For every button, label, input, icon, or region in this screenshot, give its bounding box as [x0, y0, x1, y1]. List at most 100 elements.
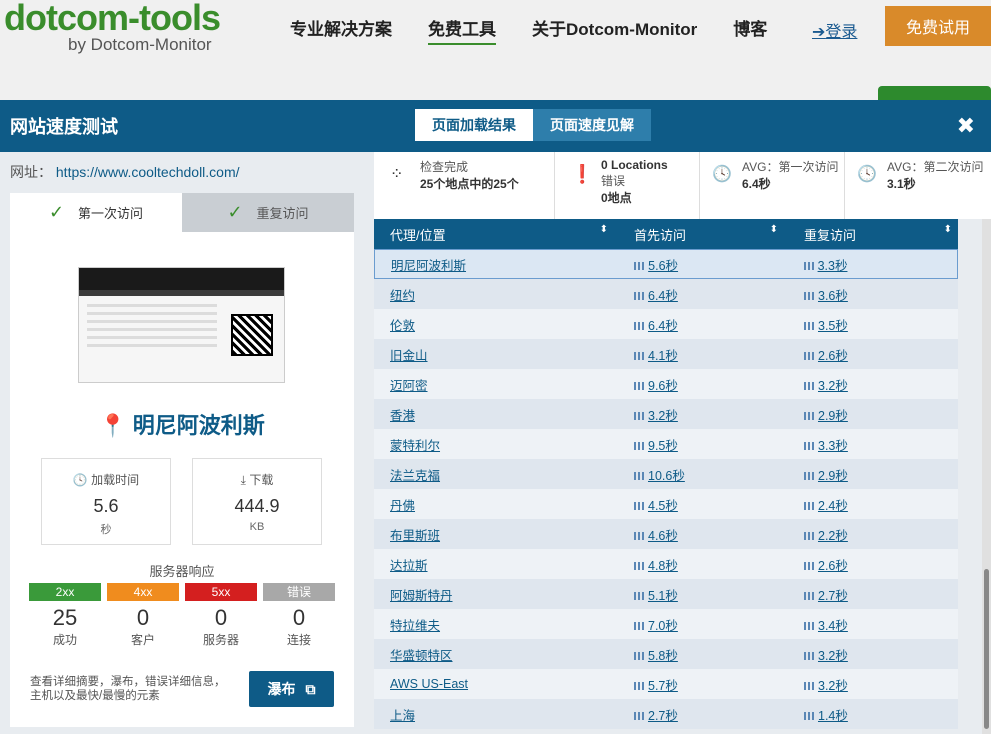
first-visit-link[interactable]: 5.1秒: [648, 589, 678, 603]
repeat-visit-link[interactable]: 2.9秒: [818, 469, 848, 483]
header-repeat-visit[interactable]: 重复访问 ⬍: [788, 224, 958, 244]
first-visit-link[interactable]: 4.8秒: [648, 559, 678, 573]
table-row[interactable]: 旧金山 4.1秒 2.6秒: [374, 339, 958, 369]
first-visit-link[interactable]: 5.6秒: [648, 259, 678, 273]
location-link[interactable]: 香港: [390, 409, 415, 423]
table-row[interactable]: 纽约 6.4秒 3.6秒: [374, 279, 958, 309]
tab-page-speed-insights[interactable]: 页面速度见解: [533, 109, 651, 141]
nav-solutions[interactable]: 专业解决方案: [290, 15, 392, 45]
first-visit-link[interactable]: 5.7秒: [648, 679, 678, 693]
location-link[interactable]: 阿姆斯特丹: [390, 589, 453, 603]
url-link[interactable]: https://www.cooltechdoll.com/: [56, 164, 240, 180]
location-link[interactable]: AWS US-East: [390, 677, 468, 691]
bar-chart-icon: [634, 292, 644, 301]
waterfall-button[interactable]: 瀑布 ⧉: [249, 671, 334, 707]
location-link[interactable]: 纽约: [390, 289, 415, 303]
header-first-visit-label: 首先访问: [634, 227, 687, 243]
tab-repeat-visit-label: 重复访问: [256, 206, 309, 221]
location-link[interactable]: 特拉维夫: [390, 619, 440, 633]
table-row[interactable]: 布里斯班 4.6秒 2.2秒: [374, 519, 958, 549]
location-link[interactable]: 华盛顿特区: [390, 649, 453, 663]
location-link[interactable]: 迈阿密: [390, 379, 428, 393]
repeat-visit-link[interactable]: 3.3秒: [818, 439, 848, 453]
repeat-visit-link[interactable]: 2.4秒: [818, 499, 848, 513]
table-row[interactable]: 达拉斯 4.8秒 2.6秒: [374, 549, 958, 579]
results-scrollbar[interactable]: [982, 219, 991, 734]
repeat-visit-link[interactable]: 3.2秒: [818, 649, 848, 663]
response-2xx-code: 2xx: [29, 583, 101, 601]
location-link[interactable]: 达拉斯: [390, 559, 428, 573]
header-first-visit[interactable]: 首先访问 ⬍: [618, 224, 788, 244]
nav-free-tools[interactable]: 免费工具: [428, 15, 496, 45]
repeat-visit-link[interactable]: 2.6秒: [818, 559, 848, 573]
result-tabs: 页面加载结果 页面速度见解: [415, 109, 651, 141]
first-visit-link[interactable]: 3.2秒: [648, 409, 678, 423]
first-visit-link[interactable]: 6.4秒: [648, 289, 678, 303]
location-link[interactable]: 布里斯班: [390, 529, 440, 543]
table-row[interactable]: 法兰克福 10.6秒 2.9秒: [374, 459, 958, 489]
first-visit-link[interactable]: 4.1秒: [648, 349, 678, 363]
header-location[interactable]: 代理/位置 ⬍: [374, 223, 618, 244]
repeat-visit-link[interactable]: 3.5秒: [818, 319, 848, 333]
bar-chart-icon: [634, 442, 644, 451]
site-logo[interactable]: dotcom-tools by Dotcom-Monitor: [4, 0, 221, 54]
first-visit-link[interactable]: 2.7秒: [648, 709, 678, 723]
repeat-visit-link[interactable]: 1.4秒: [818, 709, 848, 723]
table-row[interactable]: 阿姆斯特丹 5.1秒 2.7秒: [374, 579, 958, 609]
location-link[interactable]: 法兰克福: [390, 469, 440, 483]
location-link[interactable]: 旧金山: [390, 349, 428, 363]
first-visit-link[interactable]: 7.0秒: [648, 619, 678, 633]
repeat-visit-link[interactable]: 3.3秒: [818, 259, 848, 273]
close-icon[interactable]: ✖: [957, 113, 975, 139]
repeat-visit-link[interactable]: 2.9秒: [818, 409, 848, 423]
bar-chart-icon: [634, 682, 644, 691]
table-row[interactable]: AWS US-East 5.7秒 3.2秒: [374, 669, 958, 699]
table-row[interactable]: 蒙特利尔 9.5秒 3.3秒: [374, 429, 958, 459]
location-link[interactable]: 明尼阿波利斯: [391, 259, 466, 273]
table-row[interactable]: 明尼阿波利斯 5.6秒 3.3秒: [374, 249, 958, 279]
first-visit-link[interactable]: 4.6秒: [648, 529, 678, 543]
sort-icon: ⬍: [599, 223, 608, 235]
first-visit-link[interactable]: 6.4秒: [648, 319, 678, 333]
table-row[interactable]: 丹佛 4.5秒 2.4秒: [374, 489, 958, 519]
page-screenshot-thumbnail[interactable]: [78, 267, 285, 383]
repeat-visit-link[interactable]: 2.2秒: [818, 529, 848, 543]
table-row[interactable]: 伦敦 6.4秒 3.5秒: [374, 309, 958, 339]
location-link[interactable]: 上海: [390, 709, 415, 723]
scrollbar-thumb[interactable]: [984, 569, 989, 729]
avg-repeat-label: AVG：第二次访问: [887, 160, 984, 174]
table-row[interactable]: 华盛顿特区 5.8秒 3.2秒: [374, 639, 958, 669]
check-icon: ✓: [227, 202, 243, 222]
first-visit-link[interactable]: 9.5秒: [648, 439, 678, 453]
load-time-unit: 秒: [100, 524, 112, 536]
first-visit-link[interactable]: 5.8秒: [648, 649, 678, 663]
first-visit-link[interactable]: 9.6秒: [648, 379, 678, 393]
summary-avg-repeat: 🕓 AVG：第二次访问 3.1秒: [844, 152, 991, 219]
nav-about[interactable]: 关于Dotcom-Monitor: [532, 15, 697, 45]
repeat-visit-link[interactable]: 3.2秒: [818, 379, 848, 393]
table-row[interactable]: 迈阿密 9.6秒 3.2秒: [374, 369, 958, 399]
row-location-cell: 旧金山: [374, 345, 618, 364]
repeat-visit-link[interactable]: 2.6秒: [818, 349, 848, 363]
modal-header: 网站速度测试 页面加载结果 页面速度见解 ✖: [0, 100, 991, 152]
repeat-visit-link[interactable]: 3.6秒: [818, 289, 848, 303]
location-link[interactable]: 丹佛: [390, 499, 415, 513]
first-visit-link[interactable]: 10.6秒: [648, 469, 685, 483]
table-row[interactable]: 特拉维夫 7.0秒 3.4秒: [374, 609, 958, 639]
free-trial-button[interactable]: 免费试用: [885, 6, 991, 46]
repeat-visit-link[interactable]: 2.7秒: [818, 589, 848, 603]
location-link[interactable]: 蒙特利尔: [390, 439, 440, 453]
first-visit-link[interactable]: 4.5秒: [648, 499, 678, 513]
row-location-cell: 法兰克福: [374, 465, 618, 484]
table-row[interactable]: 上海 2.7秒 1.4秒: [374, 699, 958, 729]
row-location-cell: 伦敦: [374, 315, 618, 334]
table-row[interactable]: 香港 3.2秒 2.9秒: [374, 399, 958, 429]
tab-repeat-visit[interactable]: ✓ 重复访问: [182, 193, 354, 232]
repeat-visit-link[interactable]: 3.2秒: [818, 679, 848, 693]
tab-page-load-results[interactable]: 页面加载结果: [415, 109, 533, 141]
tab-first-visit[interactable]: ✓ 第一次访问: [10, 193, 182, 232]
location-link[interactable]: 伦敦: [390, 319, 415, 333]
repeat-visit-link[interactable]: 3.4秒: [818, 619, 848, 633]
login-link[interactable]: ➔登录: [812, 18, 857, 42]
nav-blog[interactable]: 博客: [733, 15, 767, 45]
